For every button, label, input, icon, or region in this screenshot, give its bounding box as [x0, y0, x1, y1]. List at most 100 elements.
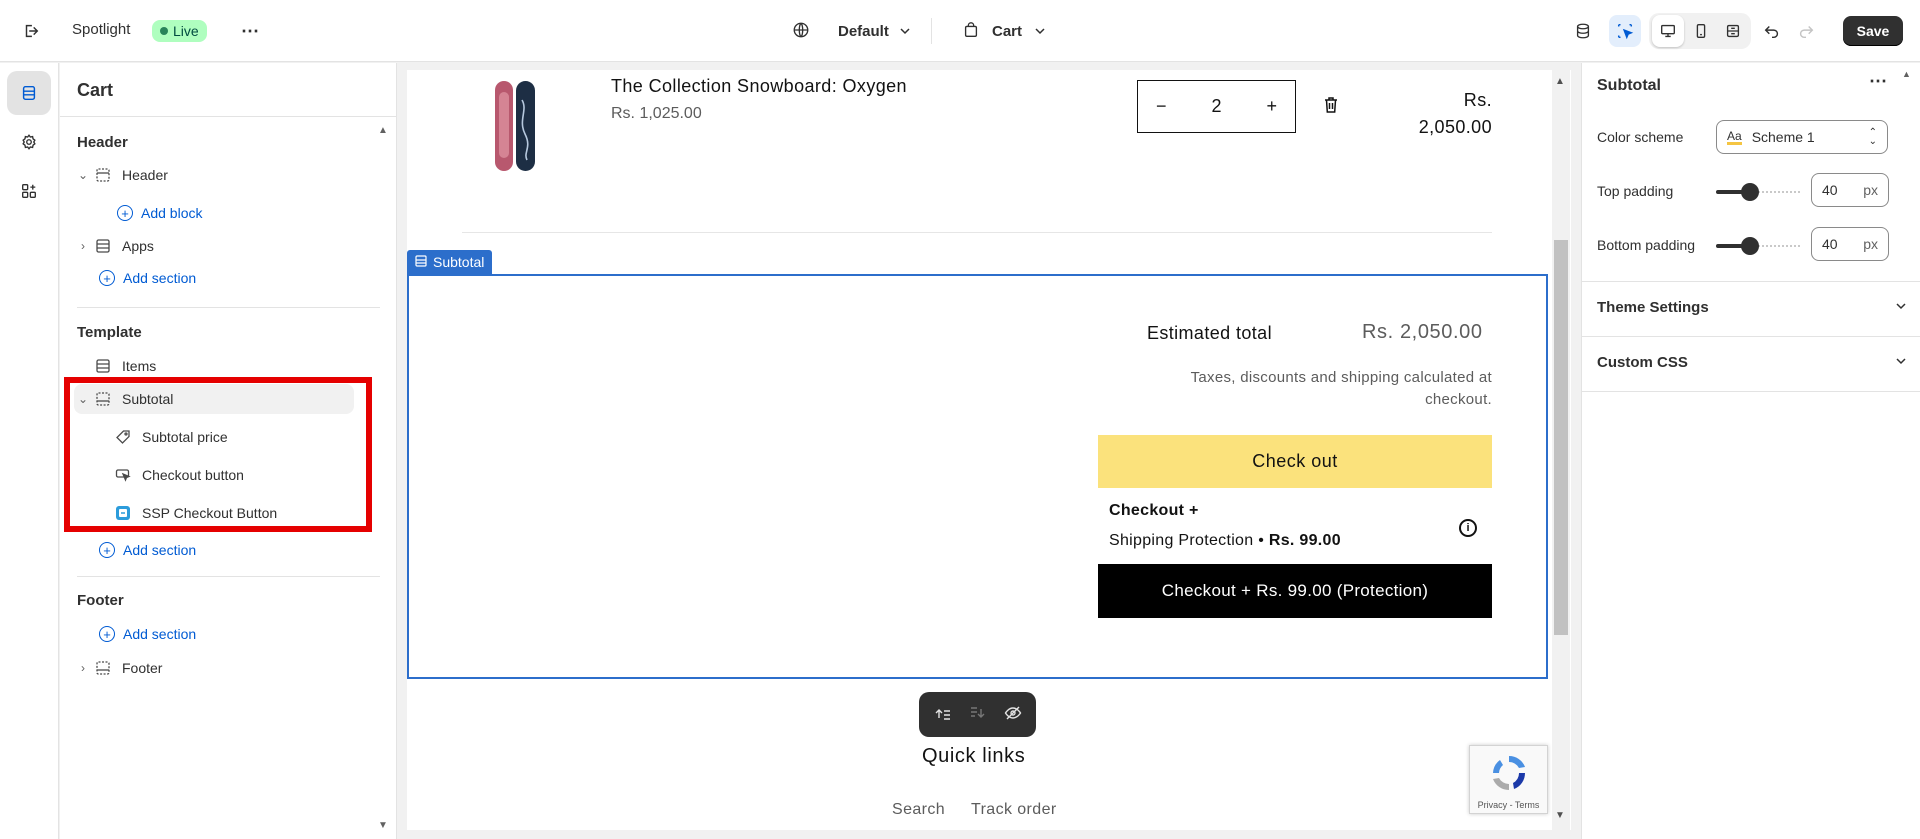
chevron-down-icon[interactable]: ⌄	[74, 392, 92, 406]
section-header-label: Header	[122, 167, 168, 183]
live-status-label: Live	[173, 23, 199, 39]
divider	[77, 576, 380, 577]
section-floating-toolbar	[919, 692, 1036, 737]
gear-icon[interactable]	[13, 126, 45, 158]
sections-panel: Cart ▲ Header ⌄ Header + Add block › App…	[60, 63, 397, 839]
scroll-down-icon[interactable]: ▼	[378, 820, 388, 831]
panel-title: Cart	[77, 80, 114, 100]
recaptcha-badge[interactable]: Privacy - Terms	[1469, 745, 1548, 814]
block-ssp-checkout-button-label: SSP Checkout Button	[142, 505, 278, 521]
divider	[77, 307, 380, 308]
top-bar: Spotlight Live ⋯ Default Cart Save	[0, 0, 1920, 62]
exit-icon[interactable]	[15, 15, 47, 47]
top-padding-value[interactable]: 40	[1822, 182, 1838, 198]
chevron-right-icon[interactable]: ›	[74, 239, 92, 253]
page-selector-label: Cart	[992, 23, 1023, 40]
slider-handle[interactable]	[1741, 237, 1759, 255]
redo-icon[interactable]	[1790, 15, 1822, 47]
section-header[interactable]: ⌄ Header	[74, 160, 354, 190]
block-subtotal-price[interactable]: Subtotal price	[112, 422, 352, 452]
top-padding-input[interactable]: 40 px	[1811, 173, 1889, 207]
move-up-icon[interactable]	[934, 705, 952, 724]
unit-label: px	[1863, 236, 1878, 252]
scroll-up-icon[interactable]: ▲	[1555, 76, 1565, 87]
group-template-label: Template	[77, 324, 142, 341]
quick-link-search[interactable]: Search	[892, 801, 945, 819]
product-name[interactable]: The Collection Snowboard: Oxygen	[611, 76, 907, 97]
trash-icon[interactable]	[1323, 96, 1339, 117]
add-section-label: Add section	[123, 626, 197, 642]
protection-title: Checkout +	[1109, 502, 1199, 519]
more-options-icon[interactable]: ⋯	[1869, 71, 1887, 92]
checkout-protection-button[interactable]: Checkout + Rs. 99.00 (Protection)	[1098, 564, 1492, 618]
info-icon[interactable]: i	[1459, 519, 1477, 537]
product-price: Rs. 1,025.00	[611, 105, 702, 122]
section-layout-icon	[92, 660, 114, 676]
divider	[1582, 391, 1920, 392]
decrease-quantity-button[interactable]: −	[1156, 96, 1167, 117]
save-button[interactable]: Save	[1843, 16, 1903, 46]
move-down-icon[interactable]	[969, 705, 987, 724]
divider	[931, 18, 932, 44]
section-apps[interactable]: › Apps	[74, 231, 354, 261]
quantity-value[interactable]: 2	[1211, 96, 1221, 117]
line-total: Rs. 2,050.00	[1380, 87, 1492, 141]
slider-handle[interactable]	[1741, 183, 1759, 201]
add-section-link[interactable]: + Add section	[99, 626, 196, 642]
block-ssp-checkout-button[interactable]: SSP Checkout Button	[112, 498, 352, 528]
scroll-down-icon[interactable]: ▼	[1555, 810, 1565, 821]
theme-settings-accordion[interactable]: Theme Settings	[1597, 299, 1907, 316]
app-block-icon	[112, 505, 134, 521]
bottom-padding-input[interactable]: 40 px	[1811, 227, 1889, 261]
undo-icon[interactable]	[1756, 15, 1788, 47]
quick-link-track-order[interactable]: Track order	[971, 801, 1057, 819]
bottom-padding-slider[interactable]	[1716, 237, 1800, 255]
theme-selector-label: Default	[838, 23, 889, 40]
sections-icon[interactable]	[7, 71, 51, 115]
mobile-view-icon[interactable]	[1685, 15, 1717, 47]
custom-css-label: Custom CSS	[1597, 354, 1688, 371]
section-apps-label: Apps	[122, 238, 154, 254]
chevron-right-icon[interactable]: ›	[74, 661, 92, 675]
apps-icon[interactable]	[13, 175, 45, 207]
quantity-stepper[interactable]: − 2 +	[1137, 80, 1296, 133]
scroll-up-icon[interactable]: ▲	[378, 125, 388, 136]
color-scheme-swatch-icon: Aa	[1727, 128, 1742, 145]
color-scheme-select[interactable]: Aa Scheme 1 ⌃ ⌄	[1716, 120, 1888, 154]
subtotal-section-tag[interactable]: Subtotal	[407, 250, 493, 274]
block-checkout-button[interactable]: Checkout button	[112, 460, 352, 490]
section-subtotal[interactable]: ⌄ Subtotal	[74, 384, 354, 414]
group-header-label: Header	[77, 134, 128, 151]
chevron-down-icon[interactable]: ⌄	[74, 168, 92, 182]
section-footer[interactable]: › Footer	[74, 653, 354, 683]
section-items[interactable]: Items	[74, 351, 354, 381]
top-padding-slider[interactable]	[1716, 183, 1800, 201]
chevron-down-icon	[1895, 354, 1907, 371]
scroll-up-icon[interactable]: ▲	[1902, 69, 1911, 79]
custom-css-accordion[interactable]: Custom CSS	[1597, 354, 1907, 371]
add-section-label: Add section	[123, 542, 197, 558]
hide-eye-icon[interactable]	[1004, 705, 1022, 724]
recaptcha-links[interactable]: Privacy - Terms	[1470, 800, 1547, 810]
add-section-link[interactable]: + Add section	[99, 270, 196, 286]
product-image[interactable]	[494, 80, 536, 172]
checkout-button[interactable]: Check out	[1098, 435, 1492, 488]
scrollbar-thumb[interactable]	[1554, 240, 1568, 635]
plus-circle-icon: +	[117, 205, 133, 221]
live-status-badge: Live	[152, 20, 207, 42]
add-block-link[interactable]: + Add block	[117, 205, 202, 221]
fullscreen-view-icon[interactable]	[1717, 15, 1749, 47]
inspector-select-icon[interactable]	[1609, 15, 1641, 47]
bottom-padding-value[interactable]: 40	[1822, 236, 1838, 252]
section-layout-icon	[92, 238, 114, 254]
increase-quantity-button[interactable]: +	[1266, 96, 1277, 117]
theme-selector[interactable]: Default	[792, 21, 911, 42]
plus-circle-icon: +	[99, 626, 115, 642]
settings-title: Subtotal	[1597, 77, 1661, 94]
page-selector[interactable]: Cart	[962, 21, 1046, 42]
storage-icon[interactable]	[1567, 15, 1599, 47]
more-options-icon[interactable]: ⋯	[234, 15, 266, 47]
add-section-link[interactable]: + Add section	[99, 542, 196, 558]
desktop-view-icon[interactable]	[1652, 15, 1684, 47]
tax-note-line: Taxes, discounts and shipping calculated…	[1190, 369, 1492, 386]
